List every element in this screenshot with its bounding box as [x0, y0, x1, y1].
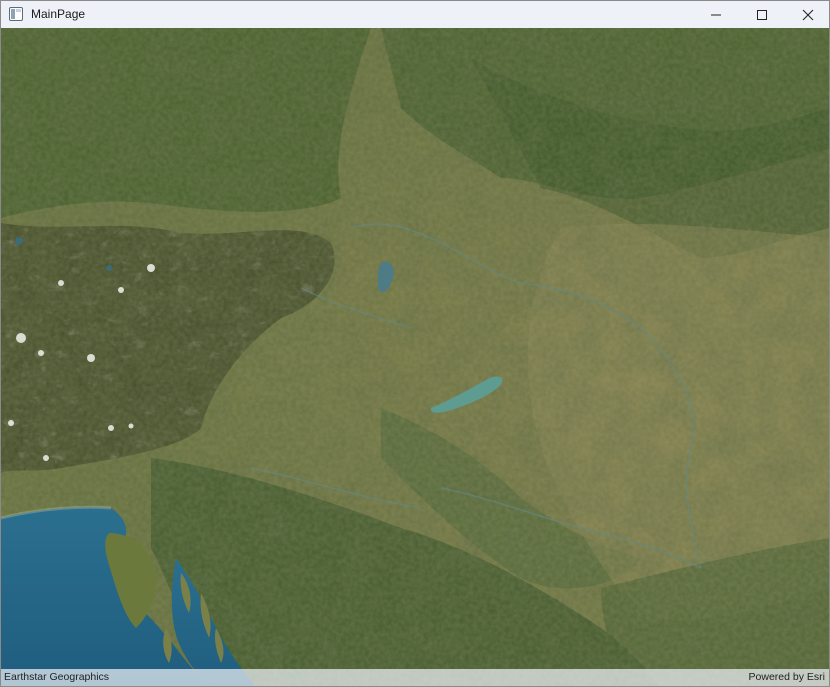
maximize-icon	[757, 9, 767, 20]
window-title: MainPage	[31, 7, 86, 21]
powered-by-esri[interactable]: Powered by Esri	[749, 671, 825, 683]
minimize-icon	[711, 14, 721, 15]
app-window-icon	[9, 7, 23, 21]
attribution-bar: Earthstar Geographics Powered by Esri	[1, 669, 829, 686]
close-button[interactable]	[785, 1, 829, 28]
app-window: MainPage Earthstar Geographics Powered b…	[0, 0, 830, 687]
map-view[interactable]: Earthstar Geographics Powered by Esri	[1, 28, 829, 686]
satellite-basemap	[1, 28, 829, 686]
close-icon	[802, 9, 814, 20]
attribution-text: Earthstar Geographics	[4, 671, 110, 683]
title-bar[interactable]: MainPage	[1, 1, 829, 28]
maximize-button[interactable]	[739, 1, 785, 28]
minimize-button[interactable]	[693, 1, 739, 28]
